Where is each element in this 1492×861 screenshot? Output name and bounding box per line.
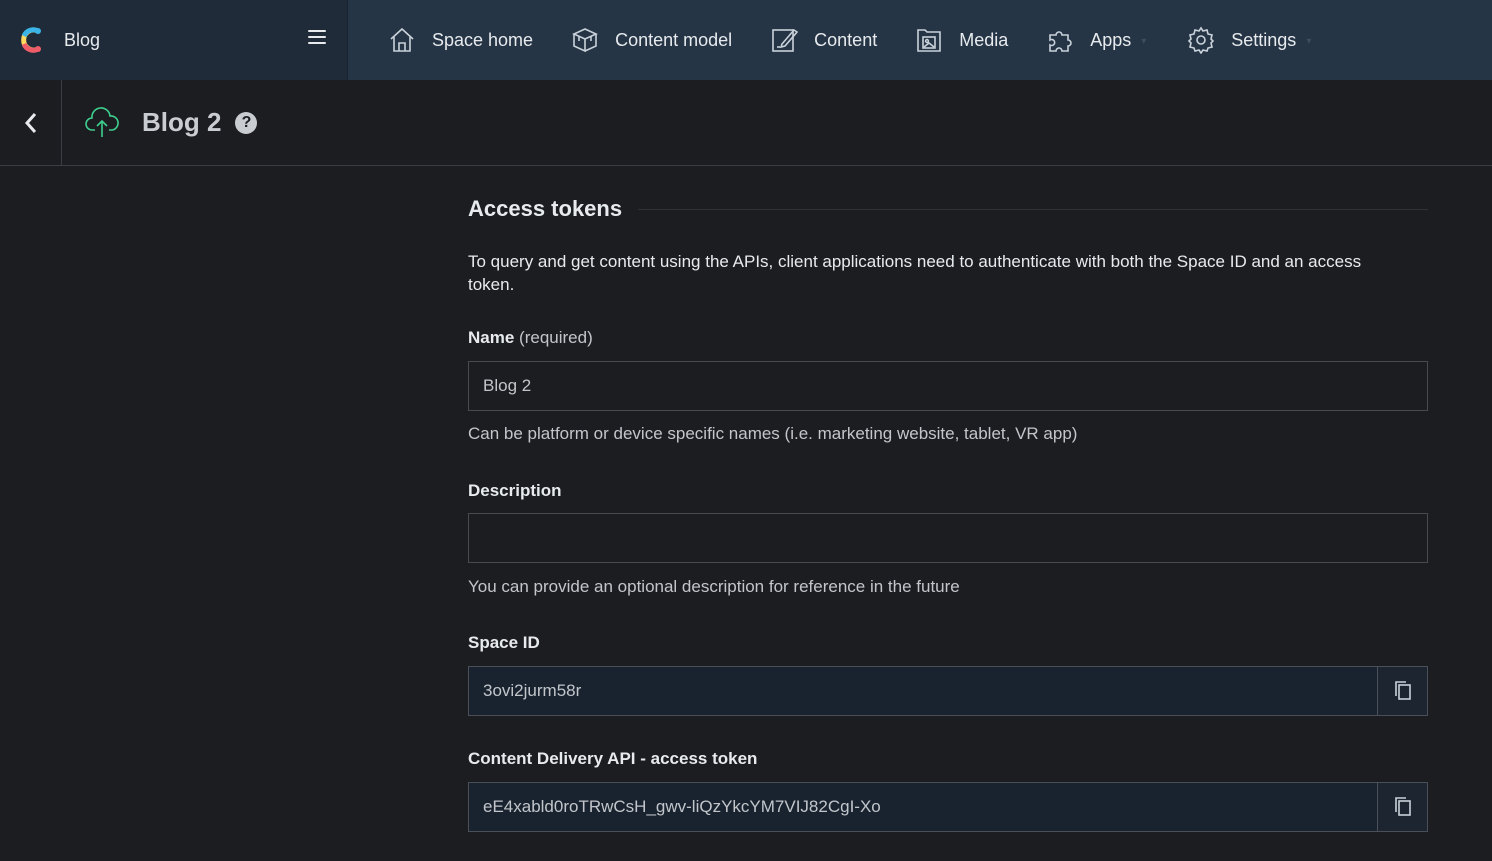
space-name: Blog <box>64 29 101 50</box>
cda-token-label: Content Delivery API - access token <box>468 749 758 768</box>
chevron-down-icon: ▾ <box>1306 36 1312 47</box>
description-input[interactable] <box>468 513 1428 563</box>
home-icon <box>390 27 414 52</box>
page-header: Blog 2 ? <box>0 79 1492 166</box>
name-input[interactable]: Blog 2 <box>468 361 1428 411</box>
copy-cda-token-button[interactable] <box>1377 783 1427 831</box>
name-label: Name (required) <box>468 328 593 347</box>
content-model-icon <box>572 28 599 53</box>
nav-settings[interactable]: Settings ▾ <box>1187 0 1314 80</box>
copy-icon <box>1394 681 1411 700</box>
cloud-upload-icon <box>85 106 119 137</box>
menu-icon[interactable] <box>308 30 326 44</box>
chevron-left-icon <box>24 112 36 133</box>
section-description: To query and get content using the APIs,… <box>468 252 1362 294</box>
section-heading: Access tokens <box>468 196 1428 222</box>
chevron-down-icon: ▾ <box>1141 36 1147 47</box>
cda-token-field[interactable]: eE4xabld0roTRwCsH_gwv-liQzYkcYM7VIJ82CgI… <box>468 782 1428 832</box>
main-nav: Space home Content model Content Media A… <box>348 0 1352 80</box>
gear-icon <box>1188 26 1215 54</box>
space-id-label: Space ID <box>468 633 540 652</box>
space-switcher[interactable]: Blog <box>0 0 348 80</box>
back-button[interactable] <box>0 79 62 166</box>
help-icon[interactable]: ? <box>235 111 258 134</box>
description-hint: You can provide an optional description … <box>468 577 960 596</box>
name-hint: Can be platform or device specific names… <box>468 424 1078 443</box>
nav-content[interactable]: Content <box>770 0 877 80</box>
contentful-logo <box>21 27 41 53</box>
page-title: Blog 2 <box>142 107 222 137</box>
nav-apps[interactable]: Apps ▾ <box>1046 0 1149 80</box>
nav-media[interactable]: Media <box>915 0 1008 80</box>
media-icon <box>917 29 942 52</box>
content-edit-icon <box>772 28 799 52</box>
description-label: Description <box>468 481 562 500</box>
copy-space-id-button[interactable] <box>1377 667 1427 715</box>
puzzle-icon <box>1049 31 1072 52</box>
nav-content-model[interactable]: Content model <box>571 0 732 80</box>
top-navigation: Blog Space home Content model Content Me… <box>0 0 1492 80</box>
divider <box>638 208 1428 210</box>
space-id-field[interactable]: 3ovi2jurm58r <box>468 666 1428 716</box>
nav-space-home[interactable]: Space home <box>388 0 533 80</box>
copy-icon <box>1394 797 1411 816</box>
